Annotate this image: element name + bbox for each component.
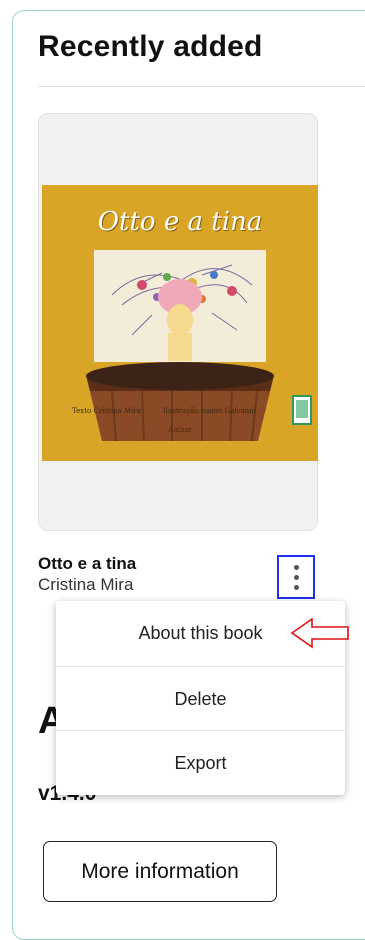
more-options-button[interactable] <box>277 555 315 599</box>
book-card[interactable]: Otto e a tina Texto Cristina Mira Ilustr… <box>38 113 318 531</box>
cover-credits: Texto Cristina Mira Ilustração Isabel Ga… <box>72 407 256 415</box>
section-title: Recently added <box>38 30 263 63</box>
menu-item-export[interactable]: Export <box>56 730 345 795</box>
more-information-button[interactable]: More information <box>43 841 277 902</box>
cover-credit-author: Texto Cristina Mira <box>72 407 141 415</box>
book-author: Cristina Mira <box>38 575 134 594</box>
cover-publisher: Ambar <box>168 426 192 434</box>
kebab-dot-icon <box>293 584 299 590</box>
annotation-arrow-icon <box>290 617 349 649</box>
kebab-dot-icon <box>293 564 299 570</box>
book-title[interactable]: Otto e a tina <box>38 554 136 574</box>
kebab-dot-icon <box>293 574 299 580</box>
menu-item-delete[interactable]: Delete <box>56 666 345 731</box>
cover-credit-illustrator: Ilustração Isabel Galvanni <box>162 407 256 415</box>
award-badge-icon <box>292 395 312 425</box>
title-divider <box>38 86 365 87</box>
cover-title-text: Otto e a tina <box>97 207 263 237</box>
book-cover[interactable]: Otto e a tina Texto Cristina Mira Ilustr… <box>42 185 318 461</box>
